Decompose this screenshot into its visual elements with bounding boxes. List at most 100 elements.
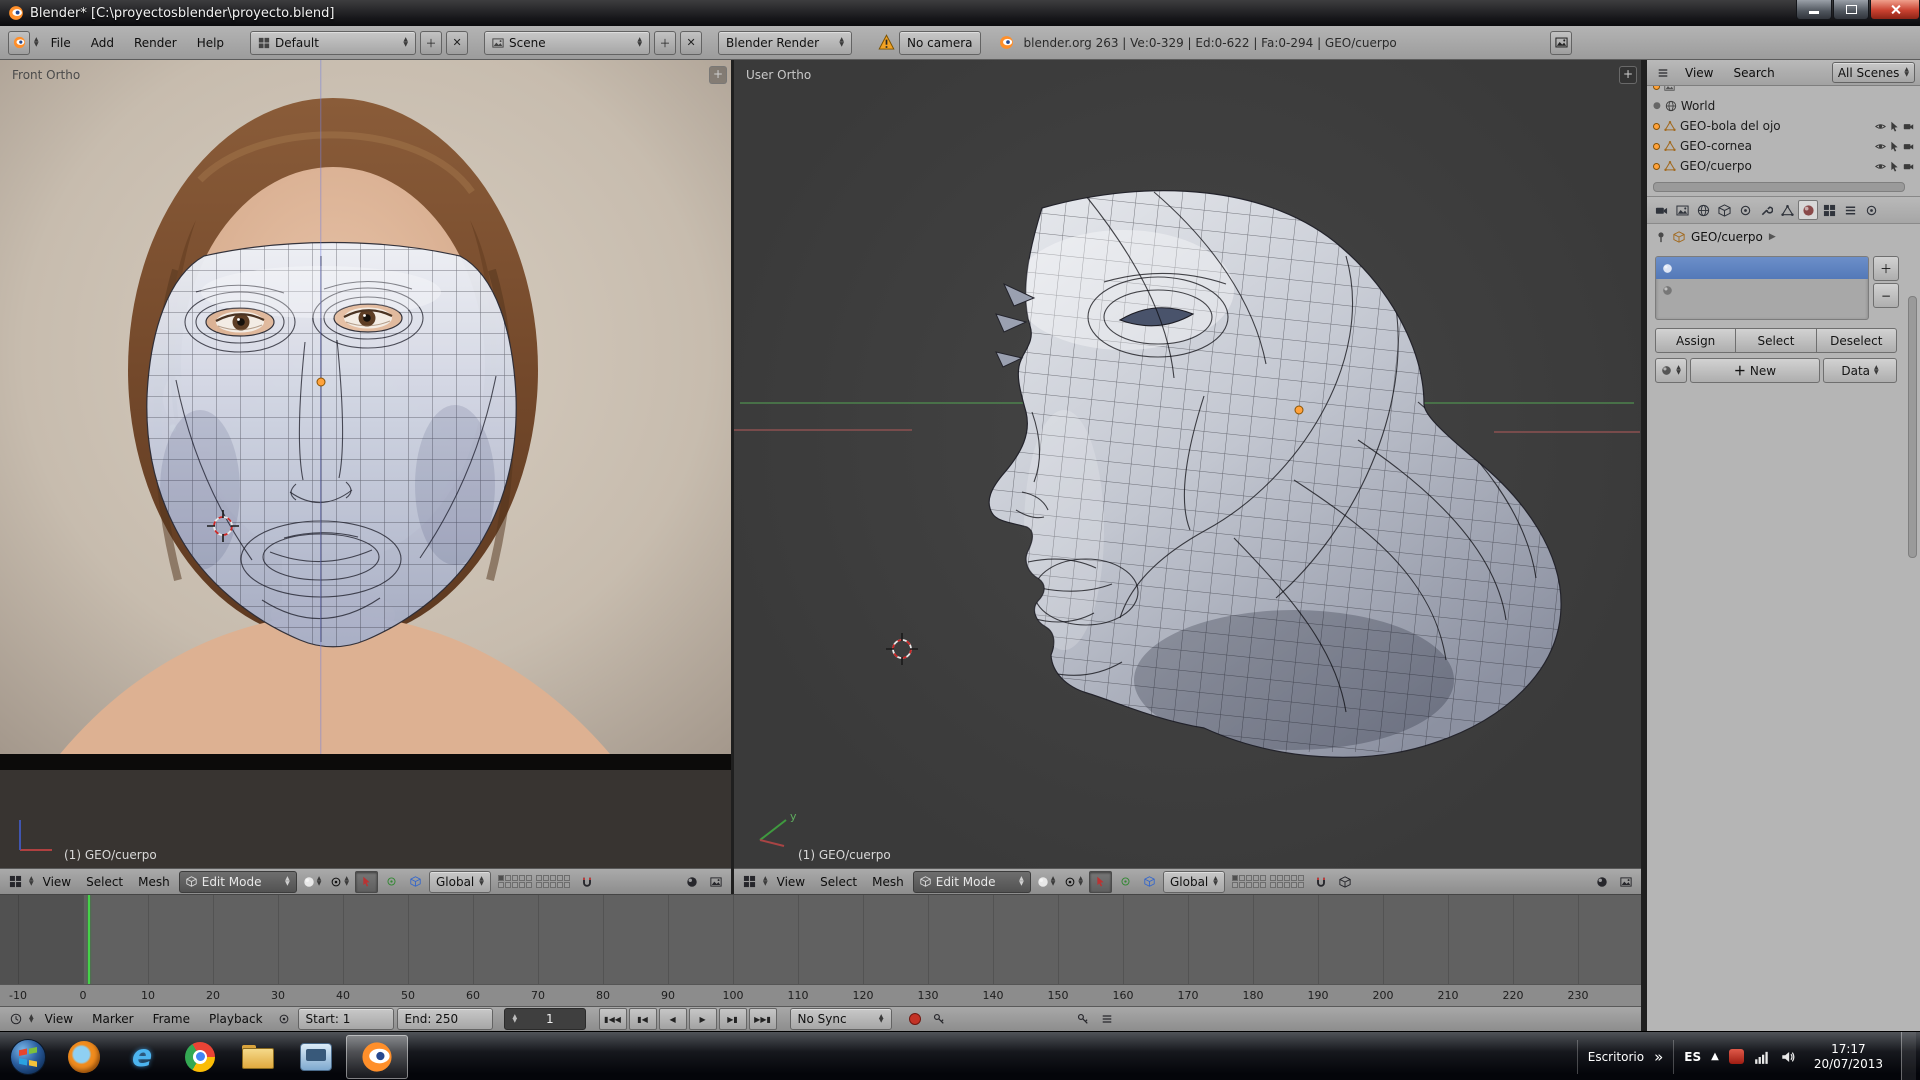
- toolbar-chevron[interactable]: »: [1654, 1048, 1663, 1066]
- outliner-item-eyeball[interactable]: GEO-bola del ojo: [1647, 116, 1920, 136]
- jump-to-start-button[interactable]: ▮◀◀: [599, 1008, 627, 1030]
- current-frame-field[interactable]: 1: [504, 1008, 586, 1030]
- antivirus-tray-icon[interactable]: [1729, 1049, 1744, 1064]
- outliner-filter-dropdown[interactable]: All Scenes: [1832, 62, 1915, 83]
- tab-scene[interactable]: [1672, 200, 1692, 220]
- manipulator-translate-toggle[interactable]: [1089, 871, 1112, 893]
- taskbar-blender-button[interactable]: [346, 1035, 408, 1079]
- selectability-icon[interactable]: [1889, 161, 1900, 172]
- delete-scene-button[interactable]: ✕: [680, 31, 702, 55]
- outliner-menu-search[interactable]: Search: [1725, 66, 1782, 80]
- screen-layout-selector[interactable]: Default: [250, 31, 416, 55]
- outliner-item-cuerpo[interactable]: GEO/cuerpo: [1647, 156, 1920, 176]
- jump-to-end-button[interactable]: ▶▶▮: [749, 1008, 777, 1030]
- menu-mesh[interactable]: Mesh: [866, 875, 910, 889]
- current-frame-indicator[interactable]: [88, 895, 90, 985]
- add-scene-button[interactable]: ＋: [654, 31, 676, 55]
- select-button[interactable]: Select: [1736, 328, 1815, 353]
- new-material-button[interactable]: ＋ New: [1690, 358, 1820, 383]
- record-button[interactable]: [905, 1009, 926, 1029]
- timeline-menu-playback[interactable]: Playback: [201, 1012, 271, 1026]
- render-opengl-anim-button[interactable]: [705, 872, 726, 892]
- material-link-dropdown[interactable]: Data: [1823, 358, 1897, 383]
- play-button[interactable]: ▶: [689, 1008, 717, 1030]
- render-opengl-button[interactable]: [681, 872, 702, 892]
- tab-render[interactable]: [1651, 200, 1671, 220]
- minimize-button[interactable]: [1796, 0, 1832, 20]
- render-opengl-button[interactable]: [1591, 872, 1612, 892]
- menu-help[interactable]: Help: [189, 36, 232, 50]
- assign-button[interactable]: Assign: [1655, 328, 1736, 353]
- layers-widget[interactable]: [498, 875, 570, 888]
- viewport-front-ortho[interactable]: Front Ortho + (1) GEO/cuerpo View Select…: [0, 60, 731, 894]
- add-layout-button[interactable]: ＋: [420, 31, 442, 55]
- tab-particles[interactable]: [1840, 200, 1860, 220]
- frame-dec-arrows[interactable]: [513, 1015, 518, 1024]
- taskbar-clock[interactable]: 17:17 20/07/2013: [1806, 1042, 1891, 1072]
- network-tray-icon[interactable]: [1754, 1049, 1770, 1065]
- pin-icon[interactable]: [1655, 231, 1667, 243]
- renderability-icon[interactable]: [1903, 121, 1914, 132]
- region-expand-icon[interactable]: +: [709, 66, 727, 84]
- timeline-editor-button[interactable]: [5, 1009, 26, 1029]
- timeline-menu-frame[interactable]: Frame: [145, 1012, 198, 1026]
- deselect-button[interactable]: Deselect: [1816, 328, 1897, 353]
- menu-mesh[interactable]: Mesh: [132, 875, 176, 889]
- scene-selector[interactable]: Scene: [484, 31, 650, 55]
- visibility-eye-icon[interactable]: [1875, 161, 1886, 172]
- screenshot-button[interactable]: [1550, 31, 1572, 55]
- renderability-icon[interactable]: [1903, 141, 1914, 152]
- layers-widget[interactable]: [1232, 875, 1304, 888]
- menu-view[interactable]: View: [37, 875, 77, 889]
- menu-select[interactable]: Select: [80, 875, 129, 889]
- menu-add[interactable]: Add: [83, 36, 122, 50]
- region-expand-icon[interactable]: +: [1619, 66, 1637, 84]
- time-display-toggle[interactable]: [274, 1009, 295, 1029]
- snap-toggle[interactable]: [577, 872, 598, 892]
- viewport-user-ortho[interactable]: y User Ortho + (1) GEO/cuerpo View Selec…: [734, 60, 1641, 894]
- keying-set-button[interactable]: [929, 1009, 950, 1029]
- play-reverse-button[interactable]: ◀: [659, 1008, 687, 1030]
- hidden-icons-arrow[interactable]: ▲: [1711, 1051, 1719, 1062]
- manipulator-scale-toggle[interactable]: [405, 872, 426, 892]
- manipulator-translate-toggle[interactable]: [355, 871, 378, 893]
- browse-material-button[interactable]: [1655, 358, 1687, 383]
- timeline-track[interactable]: [0, 894, 1641, 985]
- tab-material[interactable]: [1798, 200, 1818, 220]
- mode-dropdown[interactable]: Edit Mode: [179, 871, 297, 893]
- pivot-dropdown[interactable]: [1061, 872, 1086, 892]
- outliner-editor-button[interactable]: [1652, 63, 1673, 83]
- visibility-eye-icon[interactable]: [1875, 141, 1886, 152]
- insert-keyframe-button[interactable]: [1073, 1009, 1094, 1029]
- start-button[interactable]: [2, 1035, 54, 1079]
- expand-icon[interactable]: ●: [1653, 101, 1661, 111]
- blender-menu-button[interactable]: [8, 31, 30, 55]
- menu-view[interactable]: View: [771, 875, 811, 889]
- previous-keyframe-button[interactable]: ▮◀: [629, 1008, 657, 1030]
- language-indicator[interactable]: ES: [1684, 1050, 1701, 1064]
- manipulator-rotate-toggle[interactable]: [381, 872, 402, 892]
- tab-data[interactable]: [1777, 200, 1797, 220]
- delete-keyframe-button[interactable]: [1097, 1009, 1118, 1029]
- tab-physics[interactable]: [1861, 200, 1881, 220]
- add-slot-button[interactable]: ＋: [1873, 256, 1899, 281]
- timeline-ruler[interactable]: -100102030405060708090100110120130140150…: [0, 984, 1641, 1007]
- tab-object[interactable]: [1714, 200, 1734, 220]
- outliner-menu-view[interactable]: View: [1677, 66, 1721, 80]
- close-button[interactable]: [1870, 0, 1920, 20]
- tab-modifiers[interactable]: [1756, 200, 1776, 220]
- timeline-menu-marker[interactable]: Marker: [84, 1012, 141, 1026]
- tab-world[interactable]: [1693, 200, 1713, 220]
- next-keyframe-button[interactable]: ▶▮: [719, 1008, 747, 1030]
- timeline-menu-view[interactable]: View: [37, 1012, 81, 1026]
- manipulator-scale-toggle[interactable]: [1139, 872, 1160, 892]
- outliner-item-cornea[interactable]: GEO-cornea: [1647, 136, 1920, 156]
- selectability-icon[interactable]: [1889, 141, 1900, 152]
- menu-render[interactable]: Render: [126, 36, 185, 50]
- viewport-shading-dropdown[interactable]: [300, 872, 325, 892]
- selectability-icon[interactable]: [1889, 121, 1900, 132]
- editor-collapse-arrows[interactable]: [34, 38, 39, 47]
- maximize-button[interactable]: [1833, 0, 1869, 20]
- sync-dropdown[interactable]: No Sync: [790, 1008, 892, 1030]
- desktop-toolbar-label[interactable]: Escritorio: [1588, 1050, 1644, 1064]
